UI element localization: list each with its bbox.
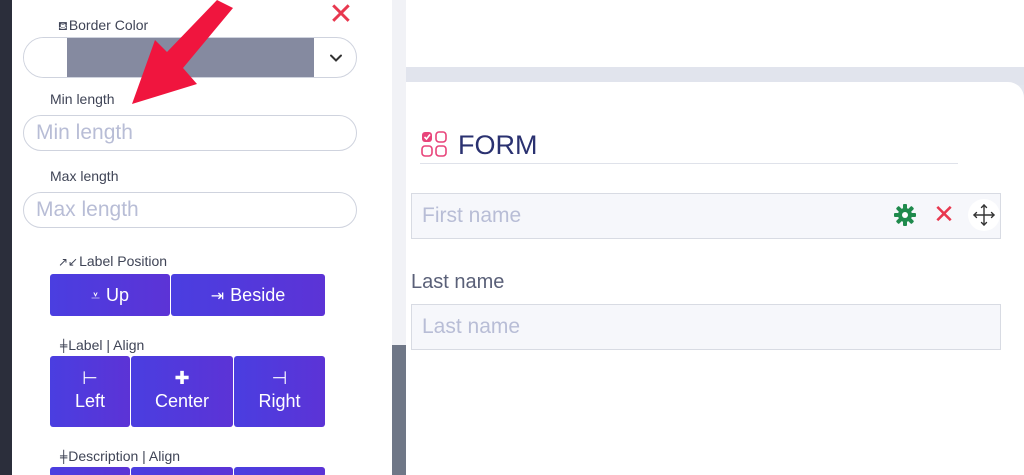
canvas-top-bar (406, 0, 1024, 67)
close-icon: ✕ (933, 200, 955, 230)
form-title: FORM (458, 130, 538, 160)
window-edge (0, 0, 12, 475)
align-right-icon: ⊣ (271, 368, 288, 389)
max-length-input[interactable]: Max length (23, 192, 357, 228)
label-align-label: ╪Label | Align (60, 337, 145, 353)
form-grid-icon (421, 131, 447, 157)
min-length-input[interactable]: Min length (23, 115, 357, 151)
description-align-right-button[interactable] (234, 467, 325, 475)
label-align-center-button[interactable]: ✚ Center (131, 356, 233, 427)
paint-bucket-icon: ⛾ (58, 19, 68, 33)
max-length-label: Max length (50, 168, 119, 184)
gear-icon[interactable] (893, 203, 917, 227)
label-align-left-button[interactable]: ⊢ Left (50, 356, 130, 427)
align-line-icon: ╪ (60, 339, 68, 353)
align-center-icon: ✚ (174, 368, 190, 389)
label-position-label: ↗↙Label Position (58, 253, 168, 269)
label-align-right-button[interactable]: ⊣ Right (234, 356, 325, 427)
align-right-bar-icon: ⇥ (210, 286, 225, 305)
label-position-up-button[interactable]: ⩡ Up (50, 274, 170, 316)
description-align-label: ╪Description | Align (60, 448, 181, 464)
last-name-label: Last name (411, 271, 505, 293)
chevron-down-icon (330, 54, 342, 62)
close-icon: ✕ (328, 0, 354, 32)
move-icon[interactable] (968, 199, 1000, 231)
form-header: FORM (420, 128, 958, 164)
annotation-arrow-icon (132, 0, 233, 104)
collapse-arrows-icon: ↗↙ (58, 255, 79, 269)
panel-scrollbar-thumb[interactable] (392, 345, 406, 475)
description-align-center-button[interactable] (131, 467, 233, 475)
align-down-icon: ⩡ (90, 286, 100, 305)
description-align-left-button[interactable] (50, 467, 130, 475)
min-length-label: Min length (50, 91, 115, 107)
remove-field-button[interactable]: ✕ (931, 200, 957, 230)
label-position-beside-button[interactable]: ⇥ Beside (171, 274, 325, 316)
align-left-icon: ⊢ (82, 368, 98, 389)
last-name-input[interactable]: Last name (411, 304, 1001, 350)
align-line-icon: ╪ (60, 450, 68, 464)
close-panel-button[interactable]: ✕ (328, 0, 354, 30)
color-swatch-blank (24, 38, 67, 77)
